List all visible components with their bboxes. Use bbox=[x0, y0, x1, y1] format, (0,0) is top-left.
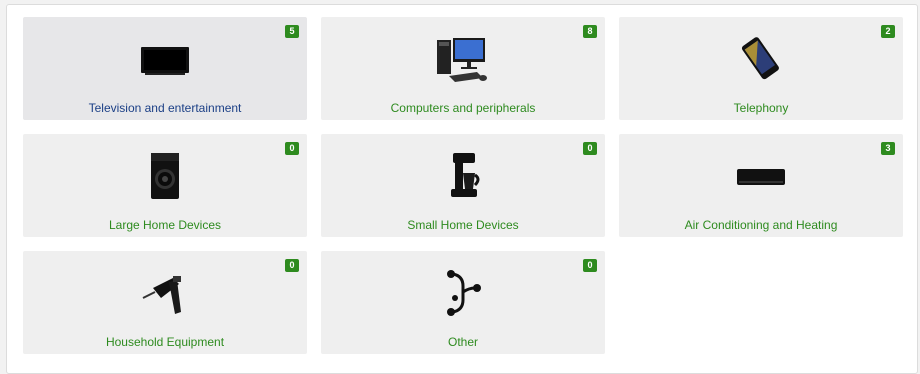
count-badge: 0 bbox=[583, 259, 597, 272]
category-card-telephony[interactable]: 2 Telephony bbox=[619, 17, 903, 120]
category-card-air-conditioning[interactable]: 3 Air Conditioning and Heating bbox=[619, 134, 903, 237]
count-badge: 0 bbox=[285, 142, 299, 155]
count-badge: 8 bbox=[583, 25, 597, 38]
category-card-small-home-devices[interactable]: 0 Small Home Devices bbox=[321, 134, 605, 237]
category-label: Telephony bbox=[733, 101, 789, 115]
coffee-maker-icon bbox=[433, 150, 493, 202]
category-label: Air Conditioning and Heating bbox=[684, 218, 838, 232]
branch-nodes-icon bbox=[433, 267, 493, 319]
category-label: Large Home Devices bbox=[108, 218, 222, 232]
category-card-television[interactable]: 5 Television and entertainment bbox=[23, 17, 307, 120]
category-label: Computers and peripherals bbox=[390, 101, 536, 115]
category-label: Small Home Devices bbox=[407, 218, 519, 232]
washing-machine-icon bbox=[135, 150, 195, 202]
desktop-computer-icon bbox=[433, 33, 493, 85]
categories-panel: 5 Television and entertainment 8 Compute… bbox=[6, 4, 918, 374]
category-label: Other bbox=[447, 335, 478, 349]
category-card-household-equipment[interactable]: 0 Household Equipment bbox=[23, 251, 307, 354]
category-card-computers[interactable]: 8 Computers and peripherals bbox=[321, 17, 605, 120]
category-card-large-home-devices[interactable]: 0 Large Home Devices bbox=[23, 134, 307, 237]
count-badge: 0 bbox=[583, 142, 597, 155]
smartphone-icon bbox=[731, 33, 791, 85]
category-label: Household Equipment bbox=[105, 335, 225, 349]
count-badge: 3 bbox=[881, 142, 895, 155]
count-badge: 2 bbox=[881, 25, 895, 38]
air-conditioner-icon bbox=[731, 150, 791, 202]
drill-icon bbox=[135, 267, 195, 319]
count-badge: 0 bbox=[285, 259, 299, 272]
count-badge: 5 bbox=[285, 25, 299, 38]
television-icon bbox=[135, 33, 195, 85]
category-card-other[interactable]: 0 Other bbox=[321, 251, 605, 354]
category-label: Television and entertainment bbox=[88, 101, 242, 115]
